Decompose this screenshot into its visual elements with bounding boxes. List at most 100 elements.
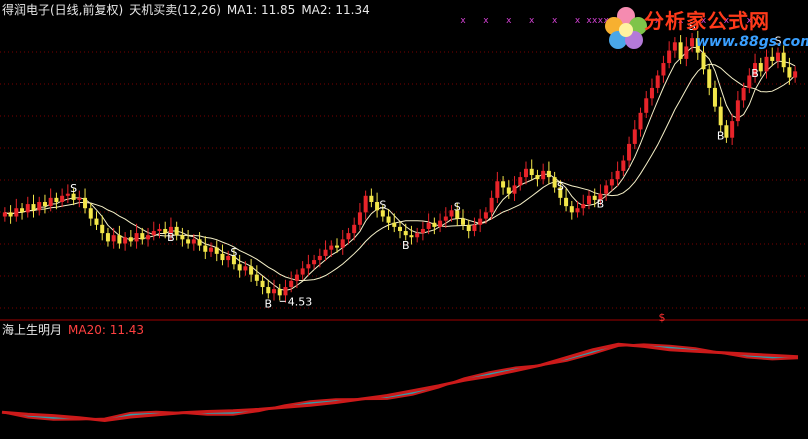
candle-body [403, 231, 408, 236]
candle-body [346, 233, 351, 240]
candle-body [420, 228, 425, 234]
candle-body [180, 235, 185, 240]
flower-logo-icon [605, 7, 647, 49]
candle-body [363, 195, 368, 213]
candle-body [638, 112, 643, 130]
candle-body [604, 185, 609, 194]
candle-body [266, 287, 271, 294]
candle-body [615, 170, 620, 180]
lower-ma-line [1, 343, 799, 421]
candle-body [472, 224, 477, 232]
candle-body [48, 197, 53, 207]
candle-body [655, 75, 660, 88]
candle-body [529, 168, 534, 176]
candle-body [392, 222, 397, 227]
candle-body [260, 280, 265, 288]
candle-body [294, 274, 299, 281]
lower-indicator-label: 海上生明月 [2, 323, 63, 337]
x-mark: x [483, 16, 489, 26]
candle-body [483, 212, 488, 219]
candle-body [272, 289, 277, 294]
candle-body [237, 264, 242, 271]
candle-body [386, 216, 391, 223]
candle-body [495, 181, 500, 198]
dollar-marker: $ [659, 311, 666, 324]
candle-body [466, 224, 471, 232]
sell-signal: S [557, 180, 564, 193]
candle-body [409, 235, 414, 238]
candle-body [741, 87, 746, 101]
candle-body [151, 231, 156, 236]
candle-body [627, 143, 632, 161]
candle-body [300, 268, 305, 275]
candle-body [564, 197, 569, 207]
x-mark: x [460, 16, 466, 26]
candle-body [88, 208, 93, 219]
buy-signal: B [265, 297, 273, 310]
sell-signal: S [454, 201, 461, 214]
candle-body [128, 237, 133, 242]
min-price-label: 4.53 [288, 295, 313, 308]
indicator-label: 天机买卖(12,26) [129, 3, 221, 17]
candle-body [335, 245, 340, 248]
candle-body [432, 222, 437, 227]
candle-body [220, 253, 225, 261]
candle-body [707, 69, 712, 88]
candle-body [730, 121, 735, 138]
candle-body [661, 63, 666, 76]
candle-body [323, 249, 328, 256]
candle-body [632, 129, 637, 144]
candle-body [289, 280, 294, 288]
candle-body [317, 255, 322, 261]
x-mark: x [575, 16, 581, 26]
candle-body [123, 237, 128, 244]
candle-body [191, 239, 196, 244]
candle-body [60, 195, 65, 202]
candle-body [735, 100, 740, 122]
stock-chart: 4.53SBSBSBSSBSBBSxxxxxxxxxxxxxxxxxxx$ [0, 0, 808, 435]
main-panel-header: 得润电子(日线,前复权) 天机买卖(12,26) MA1: 11.85 MA2:… [2, 1, 370, 19]
x-mark: x [552, 16, 558, 26]
candle-body [489, 197, 494, 213]
candle-body [100, 224, 105, 234]
logo-url: www.88gs.com [696, 34, 808, 50]
candle-body [214, 247, 219, 254]
candle-body [25, 204, 30, 213]
ma1-label: MA1: 11.85 [226, 3, 296, 17]
candle-body [397, 226, 403, 232]
candle-body [209, 247, 214, 252]
candle-body [460, 218, 465, 225]
chart-canvas[interactable]: 4.53SBSBSBSSBSBBSxxxxxxxxxxxxxxxxxxx$ [0, 0, 808, 435]
candle-body [478, 218, 483, 225]
candle-body [443, 216, 448, 221]
candle-body [546, 170, 551, 178]
candle-body [787, 67, 792, 78]
lower-panel-header: 海上生明月 MA20: 11.43 [2, 321, 144, 339]
candle-body [569, 206, 574, 213]
candle-body [117, 235, 122, 244]
candle-body [174, 226, 179, 236]
site-logo: 分析家公式网 www.88gs.com [604, 2, 808, 60]
buy-signal: B [751, 67, 759, 80]
candle-body [535, 175, 540, 180]
candle-body [186, 239, 191, 244]
candle-body [758, 63, 763, 72]
candle-body [357, 212, 362, 225]
candle-body [438, 220, 443, 227]
candle-body [312, 260, 317, 265]
candle-body [724, 125, 729, 138]
candle-body [512, 185, 517, 194]
sell-signal: S [230, 246, 237, 259]
candle-body [42, 202, 47, 207]
candle-body [134, 233, 139, 242]
candle-body [37, 202, 42, 211]
lower-red-line [1, 342, 799, 423]
candle-body [283, 287, 288, 296]
sell-signal: S [379, 199, 386, 212]
sell-signal: S [70, 182, 77, 195]
candle-body [146, 235, 151, 240]
buy-signal: B [167, 231, 175, 244]
buy-signal: B [597, 198, 605, 211]
candle-body [415, 233, 420, 238]
candle-body [518, 177, 523, 186]
